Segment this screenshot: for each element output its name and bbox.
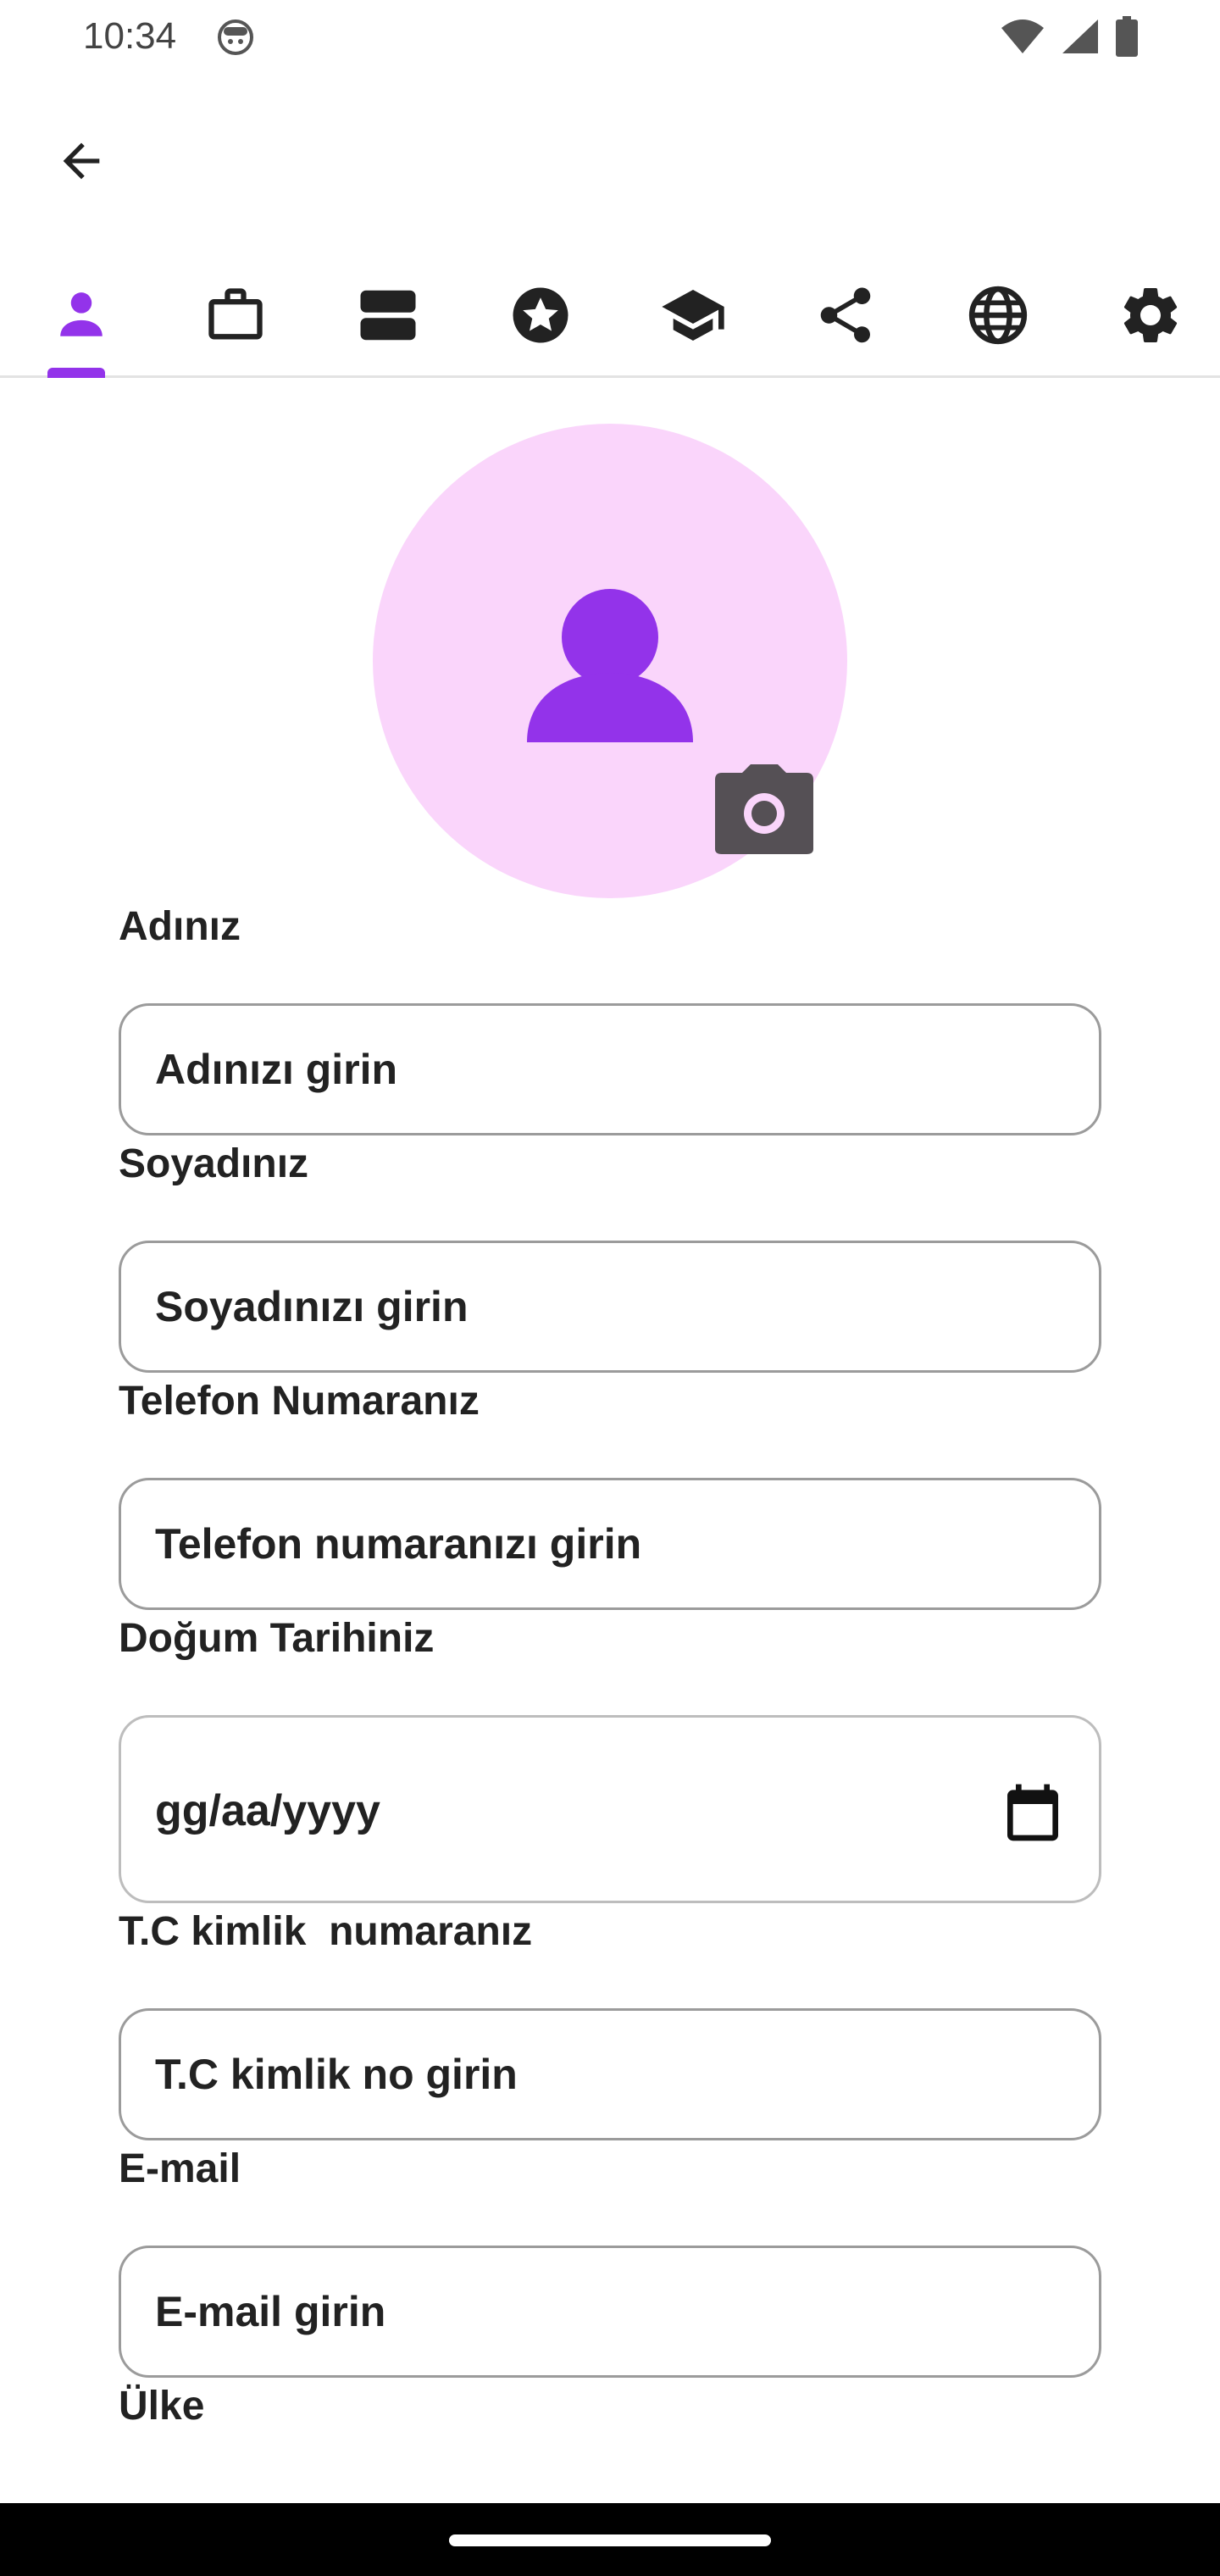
camera-icon[interactable] <box>713 763 815 856</box>
tab-storage[interactable] <box>346 273 430 358</box>
birth-date-placeholder: gg/aa/yyyy <box>155 1786 380 1835</box>
person-icon <box>60 292 103 336</box>
last-name-input[interactable] <box>119 1241 1101 1373</box>
profile-edit-screen: 10:34 Adınız Adınızı girin Soyadınız Soy… <box>0 0 1220 2576</box>
settings-icon <box>1123 288 1178 342</box>
phone-input[interactable] <box>119 1478 1101 1610</box>
storage-icon <box>360 290 416 341</box>
share-icon <box>820 287 871 343</box>
signal-icon <box>1062 19 1098 53</box>
arrow-back-icon <box>63 142 100 180</box>
globe-icon <box>968 286 1028 345</box>
first-name-label: Adınız <box>119 904 241 949</box>
face-icon <box>218 19 253 55</box>
star-icon <box>513 287 568 343</box>
graduation-cap-icon <box>662 290 724 341</box>
tab-language[interactable] <box>956 273 1040 358</box>
tab-personal[interactable] <box>39 273 124 358</box>
system-nav-bar <box>0 2503 1220 2576</box>
birth-date-input[interactable]: gg/aa/yyyy <box>119 1715 1101 1903</box>
app-bar <box>0 102 1220 203</box>
email-input[interactable] <box>119 2246 1101 2378</box>
home-handle[interactable] <box>449 2534 771 2546</box>
calendar-icon[interactable] <box>999 1779 1067 1846</box>
tab-skills[interactable] <box>498 273 583 358</box>
tab-selected-indicator <box>47 368 105 378</box>
tab-settings[interactable] <box>1108 273 1193 358</box>
tc-id-label: T.C kimlik numaranız <box>119 1909 533 1954</box>
profile-tabs <box>0 254 1220 378</box>
tab-education[interactable] <box>651 273 735 358</box>
wifi-icon <box>1001 19 1044 53</box>
briefcase-icon <box>208 288 263 340</box>
tc-id-input[interactable] <box>119 2008 1101 2140</box>
back-button[interactable] <box>47 127 115 195</box>
birth-date-label: Doğum Tarihiniz <box>119 1616 435 1661</box>
tab-social[interactable] <box>803 273 888 358</box>
battery-icon <box>1116 16 1138 57</box>
status-time: 10:34 <box>83 15 177 57</box>
country-label: Ülke <box>119 2384 205 2429</box>
phone-label: Telefon Numaranız <box>119 1379 480 1424</box>
first-name-input[interactable] <box>119 1003 1101 1135</box>
status-icons <box>1000 15 1139 58</box>
tab-work[interactable] <box>193 273 278 358</box>
person-icon <box>527 589 693 742</box>
status-bar: 10:34 <box>0 0 1220 76</box>
email-label: E-mail <box>119 2146 241 2191</box>
last-name-label: Soyadınız <box>119 1141 309 1186</box>
